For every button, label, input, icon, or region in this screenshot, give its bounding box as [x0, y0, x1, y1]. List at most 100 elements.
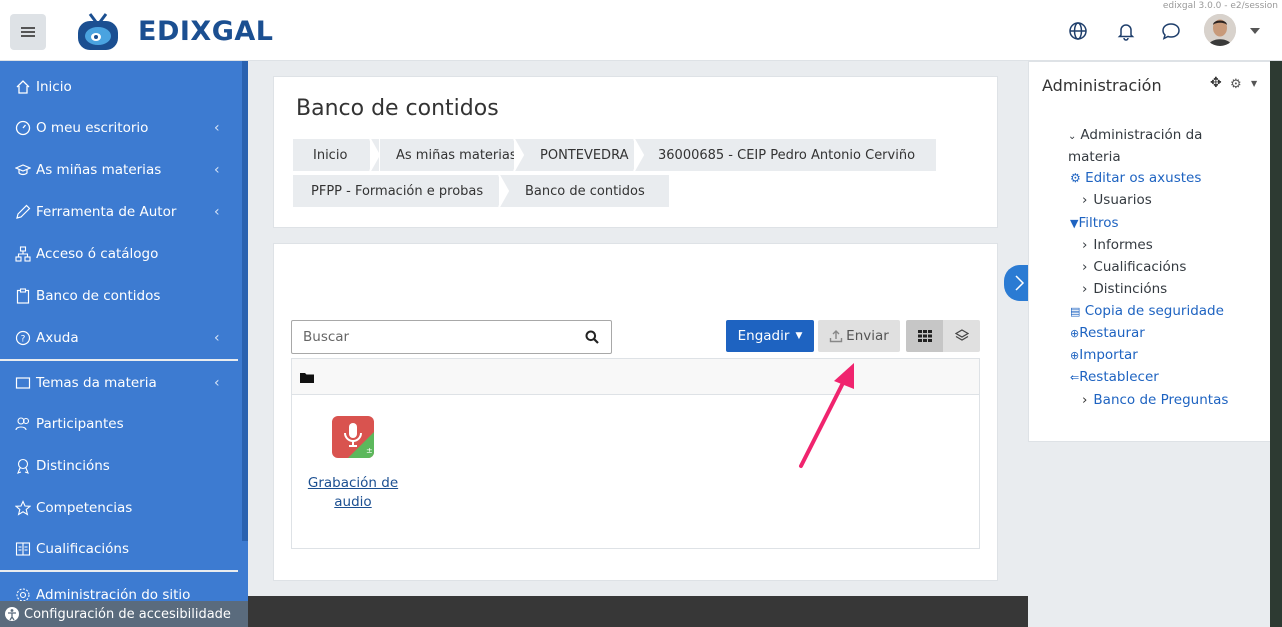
tree-item-restablecer[interactable]: ⇐Restablecer	[1070, 367, 1159, 388]
sidebar-item-acceso-catalogo[interactable]: Acceso ó catálogo	[0, 234, 240, 274]
block-menu-caret-icon[interactable]: ▼	[1251, 79, 1257, 88]
sidebar-scrollbar[interactable]	[242, 61, 248, 541]
top-navbar: EDIXGAL edixgal 3.0.0 - e2/session	[0, 0, 1282, 61]
sidebar-item-label: Temas da materia	[36, 375, 157, 391]
move-icon[interactable]: ✥	[1210, 75, 1222, 91]
sidebar-item-ferramenta-de-autor[interactable]: Ferramenta de Autor ‹	[0, 192, 240, 232]
chevron-down-icon: ⌄	[1068, 131, 1077, 142]
accessibility-settings-link[interactable]: Configuración de accesibilidade	[0, 601, 248, 627]
gear-icon: ⚙	[1070, 171, 1081, 185]
sidebar-item-axuda[interactable]: ? Axuda ‹	[0, 318, 240, 358]
tree-label: Restablecer	[1079, 369, 1159, 385]
tree-label: Cualificacións	[1093, 259, 1187, 275]
sidebar-item-participantes[interactable]: Participantes	[0, 404, 240, 444]
sidebar-item-label: As miñas materias	[36, 162, 162, 178]
tree-item-filtros[interactable]: ▼Filtros	[1070, 213, 1119, 234]
menu-toggle-button[interactable]	[10, 14, 46, 50]
annotation-arrow	[799, 363, 854, 468]
tree-section-administracion-materia[interactable]: ⌄ Administración da materia	[1068, 125, 1258, 167]
gradebook-icon	[14, 540, 32, 558]
audio-recording-icon[interactable]: ±	[332, 416, 374, 458]
sidebar-divider	[0, 570, 238, 572]
tree-item-importar[interactable]: ⊕Importar	[1070, 345, 1138, 366]
users-icon	[14, 415, 32, 433]
sidebar-item-label: Axuda	[36, 330, 79, 346]
chevron-left-icon: ‹	[214, 120, 220, 136]
tree-label: Administración da materia	[1068, 127, 1203, 165]
layers-icon	[954, 329, 969, 341]
tree-label: Copia de seguridade	[1084, 303, 1224, 319]
tree-label: Distincións	[1093, 281, 1168, 297]
svg-text:?: ?	[21, 335, 26, 345]
file-icon: ▤	[1070, 305, 1081, 318]
chevron-right-icon: ›	[1082, 281, 1088, 297]
chevron-right-icon	[1015, 275, 1025, 291]
chat-icon[interactable]	[1160, 20, 1182, 42]
chevron-right-icon: ›	[1082, 259, 1088, 275]
sidebar-item-label: Acceso ó catálogo	[36, 246, 159, 262]
sidebar-item-competencias[interactable]: Competencias	[0, 488, 240, 528]
hamburger-icon	[21, 31, 35, 33]
home-icon	[14, 78, 32, 96]
sidebar-item-o-meu-escritorio[interactable]: O meu escritorio ‹	[0, 108, 240, 148]
reset-icon: ⇐	[1070, 371, 1080, 384]
sidebar-item-inicio[interactable]: Inicio	[0, 67, 240, 107]
sidebar-item-label: Competencias	[36, 500, 133, 516]
star-icon	[14, 499, 32, 517]
tree-label: Usuarios	[1093, 192, 1152, 208]
bell-icon[interactable]	[1115, 20, 1137, 42]
user-avatar[interactable]	[1204, 14, 1236, 46]
tree-item-banco-preguntas[interactable]: › Banco de Preguntas	[1082, 390, 1228, 410]
accessibility-label: Configuración de accesibilidade	[24, 606, 231, 622]
dashboard-icon	[14, 119, 32, 137]
help-icon: ?	[14, 329, 32, 347]
sidebar-item-banco-de-contidos[interactable]: Banco de contidos	[0, 276, 240, 316]
edixgal-logo-icon	[78, 13, 118, 50]
tree-item-informes[interactable]: › Informes	[1082, 235, 1153, 255]
tree-label: Restaurar	[1079, 325, 1145, 341]
chevron-right-icon: ›	[1082, 392, 1088, 408]
tree-item-usuarios[interactable]: › Usuarios	[1082, 190, 1152, 210]
icon-view-button[interactable]	[906, 320, 943, 352]
file-manager-area	[291, 358, 980, 549]
tree-item-copia-seguridade[interactable]: ▤ Copia de seguridade	[1070, 301, 1224, 322]
file-link[interactable]: Grabación de audio	[300, 474, 406, 512]
chevron-left-icon: ‹	[214, 375, 220, 391]
search-icon[interactable]	[585, 330, 599, 344]
tree-label: Importar	[1079, 347, 1138, 363]
gear-icon[interactable]: ⚙	[1230, 77, 1242, 92]
sidebar-item-label: Inicio	[36, 79, 72, 95]
folder-path-bar	[292, 359, 979, 395]
sidebar-item-distincions[interactable]: Distincións	[0, 446, 240, 486]
details-view-button[interactable]	[943, 320, 980, 352]
tree-item-cualificacions[interactable]: › Cualificacións	[1082, 257, 1186, 277]
chevron-right-icon: ›	[1082, 192, 1088, 208]
sidebar-item-temas-da-materia[interactable]: Temas da materia ‹	[0, 363, 240, 403]
tree-item-editar-axustes[interactable]: ⚙ Editar os axustes	[1070, 168, 1201, 188]
tree-item-distincions[interactable]: › Distincións	[1082, 279, 1167, 299]
upload-label: Enviar	[846, 328, 889, 344]
folder-icon[interactable]	[300, 372, 314, 383]
add-content-button[interactable]: Engadir ▼	[726, 320, 814, 352]
grid-icon	[917, 330, 932, 342]
globe-icon[interactable]	[1067, 20, 1089, 42]
chevron-left-icon: ‹	[214, 204, 220, 220]
search-input[interactable]: Buscar	[291, 320, 612, 354]
block-title: Administración	[1042, 76, 1162, 95]
sidebar-divider	[0, 359, 238, 361]
caret-down-icon: ▼	[795, 331, 803, 341]
chevron-left-icon: ‹	[214, 162, 220, 178]
upload-button[interactable]: Enviar	[818, 320, 900, 352]
user-menu-caret-icon[interactable]	[1250, 28, 1260, 34]
svg-text:±: ±	[366, 446, 373, 455]
page-footer	[248, 596, 1028, 627]
sidebar-item-as-minas-materias[interactable]: As miñas materias ‹	[0, 150, 240, 190]
brand-name[interactable]: EDIXGAL	[138, 16, 273, 47]
tree-label: Banco de Preguntas	[1093, 392, 1229, 408]
sidebar-item-cualificacions[interactable]: Cualificacións	[0, 529, 240, 569]
tree-label: Informes	[1093, 237, 1153, 253]
breadcrumb-separators	[369, 139, 936, 208]
chevron-right-icon: ›	[1082, 237, 1088, 253]
tree-item-restaurar[interactable]: ⊕Restaurar	[1070, 323, 1145, 344]
upload-icon	[829, 330, 843, 343]
